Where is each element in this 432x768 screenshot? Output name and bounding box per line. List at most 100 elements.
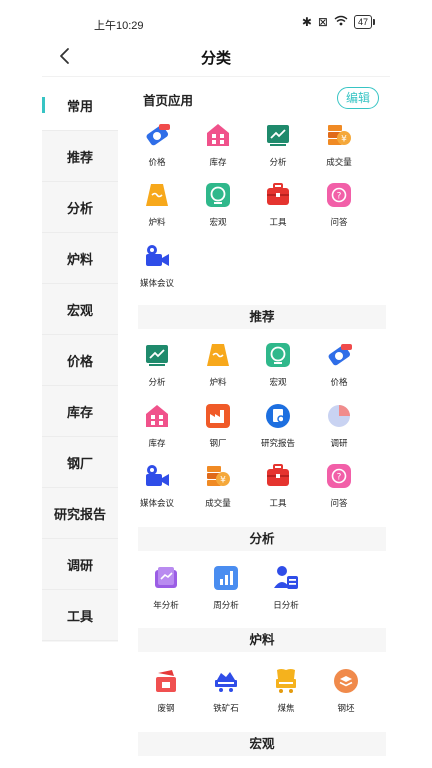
- sidebar-item-inventory[interactable]: 库存: [42, 386, 118, 437]
- app-label: 铁矿石: [213, 703, 239, 713]
- app-price[interactable]: 价格: [127, 121, 187, 168]
- app-label: 成交量: [326, 157, 352, 167]
- calendar-chart-icon: [155, 567, 177, 588]
- sidebar-item-steelmill[interactable]: 钢厂: [42, 437, 118, 488]
- sidebar-item-research[interactable]: 研究报告: [42, 488, 118, 539]
- app-media-meeting[interactable]: 媒体会议: [127, 242, 187, 289]
- app-tools[interactable]: 工具: [248, 181, 308, 228]
- sidebar-item-label: 调研: [66, 557, 93, 573]
- app-label: 分析: [269, 157, 287, 167]
- sidebar-item-common[interactable]: 常用: [42, 80, 118, 131]
- chart-board-icon: [146, 345, 168, 366]
- status-time: 上午10:29: [94, 20, 144, 32]
- svg-text:¥: ¥: [220, 476, 226, 486]
- sidebar-item-recommend[interactable]: 推荐: [42, 131, 118, 182]
- home-apps-title: 首页应用: [143, 94, 194, 108]
- app-scrap-steel[interactable]: 废钢: [136, 667, 196, 714]
- sidebar-item-macro[interactable]: 宏观: [42, 284, 118, 335]
- app-label: 问答: [330, 217, 348, 227]
- sidebar-item-label: 炉料: [66, 251, 93, 267]
- section-recommend: 推荐: [138, 305, 386, 329]
- sidebar-item-survey[interactable]: 调研: [42, 539, 118, 590]
- app-label: 煤焦: [277, 703, 295, 713]
- category-sidebar: 常用 推荐 分析 炉料 宏观 价格 库存 钢厂 研究报告 调研 工具: [42, 80, 118, 642]
- app-label: 周分析: [213, 600, 239, 610]
- edit-button[interactable]: 编辑: [337, 87, 379, 109]
- app-day-analysis[interactable]: 日分析: [256, 564, 316, 611]
- sidebar-item-label: 推荐: [66, 149, 93, 165]
- question-chat-icon: ?: [327, 464, 351, 488]
- app-analysis[interactable]: 分析: [248, 121, 308, 168]
- app-inventory[interactable]: 库存: [127, 402, 187, 449]
- video-camera-icon: [146, 465, 169, 486]
- coin-stack-icon: ¥: [328, 125, 351, 145]
- app-label: 钢厂: [209, 438, 227, 448]
- app-burden[interactable]: 炉料: [188, 341, 248, 388]
- app-survey[interactable]: 调研: [309, 402, 369, 449]
- app-burden[interactable]: 炉料: [127, 181, 187, 228]
- sidebar-item-label: 价格: [66, 353, 93, 369]
- sidebar-item-tools[interactable]: 工具: [42, 590, 118, 641]
- app-research-report[interactable]: 研究报告: [248, 402, 308, 449]
- app-label: 宏观: [269, 377, 287, 387]
- app-week-analysis[interactable]: 周分析: [196, 564, 256, 611]
- coin-stack-icon: ¥: [207, 466, 230, 486]
- app-label: 年分析: [153, 600, 179, 610]
- app-volume[interactable]: ¥ 成交量: [188, 462, 248, 509]
- app-media-meeting[interactable]: 媒体会议: [127, 462, 187, 509]
- app-label: 宏观: [209, 217, 227, 227]
- app-qa[interactable]: ? 问答: [309, 462, 369, 509]
- app-iron-ore[interactable]: 铁矿石: [196, 667, 256, 714]
- price-tag-icon: [146, 124, 170, 146]
- warehouse-icon: [146, 405, 168, 427]
- app-price[interactable]: 价格: [309, 341, 369, 388]
- app-coal-coke[interactable]: 煤焦: [256, 667, 316, 714]
- app-steelmill[interactable]: 钢厂: [188, 402, 248, 449]
- app-label: 调研: [330, 438, 348, 448]
- app-label: 分析: [148, 377, 166, 387]
- app-tools[interactable]: 工具: [248, 462, 308, 509]
- person-list-icon: [274, 566, 298, 589]
- battery-icon: 47: [353, 15, 376, 29]
- app-billet[interactable]: 钢坯: [316, 667, 376, 714]
- app-label: 成交量: [205, 498, 231, 508]
- scrap-bin-icon: [156, 670, 176, 692]
- app-label: 研究报告: [260, 438, 295, 448]
- wifi-icon: [334, 15, 348, 29]
- ore-cart-icon: [215, 672, 237, 692]
- app-label: 钢坯: [337, 703, 355, 713]
- page-title: 分类: [200, 50, 231, 67]
- section-macro: 宏观: [138, 732, 386, 756]
- top-navbar: 分类: [42, 38, 390, 77]
- sidebar-item-label: 研究报告: [53, 506, 106, 522]
- active-indicator: [42, 97, 45, 113]
- sidebar-item-price[interactable]: 价格: [42, 335, 118, 386]
- app-year-analysis[interactable]: 年分析: [136, 564, 196, 611]
- furnace-icon: [207, 344, 229, 366]
- sidebar-item-label: 工具: [66, 608, 93, 624]
- sidebar-item-label: 常用: [66, 98, 93, 114]
- app-label: 价格: [330, 377, 348, 387]
- app-label: 炉料: [148, 217, 166, 227]
- app-inventory[interactable]: 库存: [188, 121, 248, 168]
- app-label: 废钢: [157, 703, 175, 713]
- sidebar-item-analysis[interactable]: 分析: [42, 182, 118, 233]
- factory-icon: [206, 404, 230, 428]
- status-bar: 上午10:29 ✱ ⊠ 47: [0, 0, 432, 40]
- app-qa[interactable]: ? 问答: [309, 181, 369, 228]
- app-analysis[interactable]: 分析: [127, 341, 187, 388]
- toolbox-icon: [267, 464, 289, 486]
- app-label: 库存: [209, 157, 227, 167]
- app-macro[interactable]: 宏观: [248, 341, 308, 388]
- svg-text:?: ?: [337, 192, 342, 202]
- app-label: 媒体会议: [139, 278, 174, 288]
- sidebar-item-burden[interactable]: 炉料: [42, 233, 118, 284]
- chart-board-icon: [267, 125, 289, 146]
- furnace-icon: [146, 184, 168, 206]
- app-macro[interactable]: 宏观: [188, 181, 248, 228]
- section-analysis: 分析: [138, 527, 386, 551]
- app-volume[interactable]: ¥ 成交量: [309, 121, 369, 168]
- app-label: 工具: [269, 217, 287, 227]
- report-icon: [266, 404, 290, 428]
- layers-icon: [334, 669, 358, 693]
